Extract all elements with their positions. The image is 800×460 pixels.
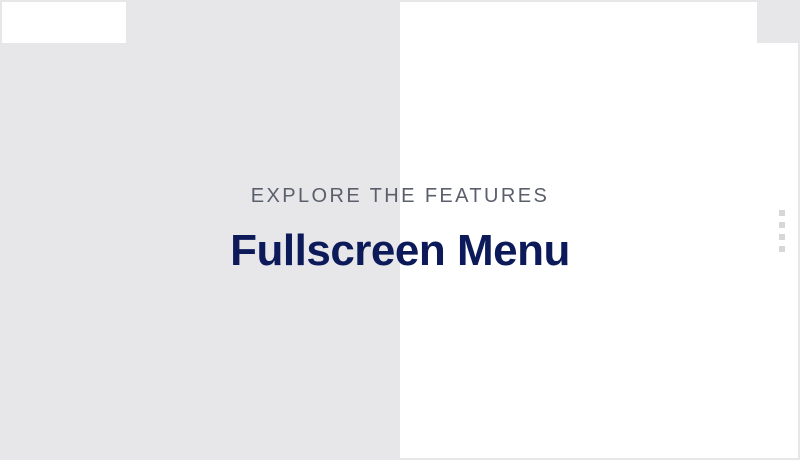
top-left-block <box>2 2 126 43</box>
top-right-notch <box>757 0 800 43</box>
pager-dot <box>779 234 785 240</box>
pager-dot <box>779 210 785 216</box>
vertical-dots-icon[interactable] <box>778 210 786 252</box>
eyebrow-text: EXPLORE THE FEATURES <box>250 185 550 207</box>
hero: EXPLORE THE FEATURES Fullscreen Menu <box>0 180 800 276</box>
page-title: Fullscreen Menu <box>230 226 570 275</box>
pager-dot <box>779 246 785 252</box>
pager-dot <box>779 222 785 228</box>
frame-edge-top <box>400 0 757 2</box>
